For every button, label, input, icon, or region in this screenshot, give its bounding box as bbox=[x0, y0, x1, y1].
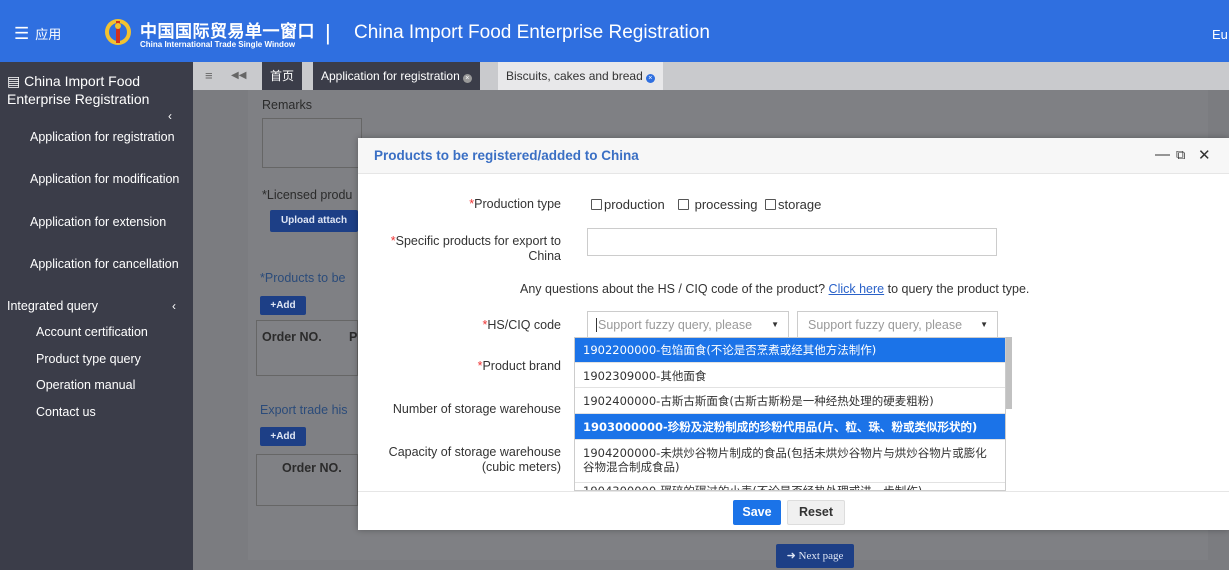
add-export-history-button[interactable]: +Add bbox=[260, 427, 306, 446]
export-history-label: Export trade his bbox=[260, 403, 348, 417]
sidebar-item-integrated-query[interactable]: Integrated query bbox=[7, 299, 157, 314]
hs-ciq-label: *HS/CIQ code bbox=[482, 318, 561, 332]
document-icon: ▤ bbox=[7, 73, 21, 89]
top-header: ☰ 应用 中国国际贸易单一窗口 China International Trad… bbox=[0, 0, 1229, 62]
production-type-label: *Production type bbox=[469, 197, 561, 211]
upload-attachment-button[interactable]: Upload attach bbox=[270, 210, 358, 232]
dropdown-option[interactable]: 1904300000-碾碎的碾过的小麦(不论是否经热处理或进一步制作) bbox=[575, 483, 1005, 490]
close-tab-icon[interactable]: × bbox=[462, 74, 472, 83]
tab-biscuits-cakes-bread[interactable]: Biscuits, cakes and bread × bbox=[498, 62, 663, 90]
hs-code-dropdown[interactable]: 1902200000-包馅面食(不论是否烹煮或经其他方法制作) 19023090… bbox=[574, 337, 1006, 491]
sidebar-item-modification[interactable]: Application for modification bbox=[30, 172, 180, 187]
dropdown-option[interactable]: 1902200000-包馅面食(不论是否烹煮或经其他方法制作) bbox=[575, 338, 1005, 363]
chevron-left-icon: ‹ bbox=[172, 299, 176, 313]
dropdown-option[interactable]: 1902400000-古斯古斯面食(古斯古斯粉是一种经热处理的硬麦粗粉) bbox=[575, 388, 1005, 414]
close-tab-icon[interactable]: × bbox=[645, 74, 655, 83]
dropdown-option[interactable]: 1904200000-未烘炒谷物片制成的食品(包括未烘炒谷物片与烘炒谷物片或膨化… bbox=[575, 440, 1005, 483]
products-label: *Products to be bbox=[260, 271, 346, 285]
sidebar: ▤ China Import Food Enterprise Registrat… bbox=[0, 62, 193, 570]
title-separator: | bbox=[325, 20, 331, 45]
ciq-code-select[interactable]: Support fuzzy query, please ▼ bbox=[797, 311, 998, 339]
sidebar-item-product-type-query[interactable]: Product type query bbox=[36, 352, 186, 367]
save-button[interactable]: Save bbox=[733, 500, 781, 525]
products-p-header: P bbox=[349, 330, 358, 344]
checkbox-icon bbox=[591, 199, 602, 210]
scroll-back-icon[interactable]: ◀◀ bbox=[231, 70, 246, 81]
maximize-icon[interactable]: ⧉ bbox=[1176, 147, 1185, 163]
production-checkbox[interactable]: production bbox=[591, 197, 665, 212]
close-icon[interactable]: ✕ bbox=[1198, 146, 1211, 164]
tab-bar: ≡ ◀◀ 首页 Application for registration × Bi… bbox=[193, 62, 1229, 90]
dropdown-option[interactable]: 1902309000-其他面食 bbox=[575, 363, 1005, 388]
modal-footer: Save Reset bbox=[358, 491, 1229, 530]
tab-application-registration[interactable]: Application for registration × bbox=[313, 62, 480, 90]
remarks-textarea[interactable] bbox=[262, 118, 362, 168]
caret-down-icon: ▼ bbox=[980, 320, 988, 329]
dropdown-option[interactable]: 1903000000-珍粉及淀粉制成的珍粉代用品(片、粒、珠、粉或类似形状的) bbox=[575, 414, 1005, 440]
click-here-link[interactable]: Click here bbox=[829, 282, 885, 296]
user-menu[interactable]: Eu bbox=[1212, 27, 1228, 42]
menu-toggle-icon[interactable]: ≡ bbox=[205, 68, 213, 83]
specific-products-label: *Specific products for export to China bbox=[390, 234, 561, 263]
sidebar-item-extension[interactable]: Application for extension bbox=[30, 215, 180, 230]
hamburger-icon: ☰ bbox=[14, 23, 30, 43]
storage-number-label: Number of storage warehouse bbox=[392, 402, 561, 416]
sidebar-item-cancellation[interactable]: Application for cancellation bbox=[30, 257, 180, 272]
tab-home[interactable]: 首页 bbox=[262, 62, 303, 90]
hs-code-hint: Any questions about the HS / CIQ code of… bbox=[520, 282, 1030, 296]
modal-title: Products to be registered/added to China bbox=[374, 148, 639, 163]
hs-code-select[interactable]: Support fuzzy query, please ▼ bbox=[587, 311, 789, 339]
caret-down-icon: ▼ bbox=[771, 320, 779, 329]
sidebar-item-account-certification[interactable]: Account certification bbox=[36, 325, 186, 340]
storage-checkbox[interactable]: storage bbox=[765, 197, 821, 212]
next-page-button[interactable]: ➜ Next page bbox=[776, 544, 854, 568]
app-menu-label: 应用 bbox=[35, 27, 62, 42]
products-table bbox=[256, 320, 358, 376]
dropdown-scrollbar[interactable] bbox=[1006, 337, 1012, 409]
single-window-logo-icon bbox=[105, 19, 131, 45]
specific-products-input[interactable] bbox=[587, 228, 997, 256]
sidebar-item-operation-manual[interactable]: Operation manual bbox=[36, 378, 186, 393]
sidebar-collapse-icon[interactable]: ‹ bbox=[168, 109, 172, 123]
sidebar-item-registration[interactable]: Application for registration bbox=[30, 130, 180, 145]
products-order-no-header: Order NO. bbox=[262, 330, 322, 344]
modal-header: Products to be registered/added to China… bbox=[358, 138, 1229, 174]
product-brand-label: *Product brand bbox=[477, 359, 561, 373]
brand-english: China International Trade Single Window bbox=[140, 40, 296, 49]
storage-capacity-label: Capacity of storage warehouse (cubic mete… bbox=[388, 445, 561, 474]
checkbox-icon bbox=[678, 199, 689, 210]
app-title: China Import Food Enterprise Registratio… bbox=[354, 22, 710, 43]
sidebar-title: ▤ China Import Food Enterprise Registrat… bbox=[7, 73, 150, 107]
arrow-right-circle-icon: ➜ bbox=[786, 550, 796, 562]
add-product-button[interactable]: +Add bbox=[260, 296, 306, 315]
processing-checkbox[interactable]: processing bbox=[678, 197, 758, 212]
export-order-no-header: Order NO. bbox=[282, 461, 342, 475]
minimize-icon[interactable]: — bbox=[1155, 146, 1170, 163]
remarks-label: Remarks bbox=[262, 98, 313, 112]
reset-button[interactable]: Reset bbox=[787, 500, 845, 525]
sidebar-item-contact-us[interactable]: Contact us bbox=[36, 405, 186, 420]
brand-chinese: 中国国际贸易单一窗口 bbox=[140, 22, 315, 42]
app-menu-button[interactable]: ☰ 应用 bbox=[14, 24, 61, 43]
checkbox-icon bbox=[765, 199, 776, 210]
licensed-label: *Licensed produ bbox=[262, 188, 353, 202]
